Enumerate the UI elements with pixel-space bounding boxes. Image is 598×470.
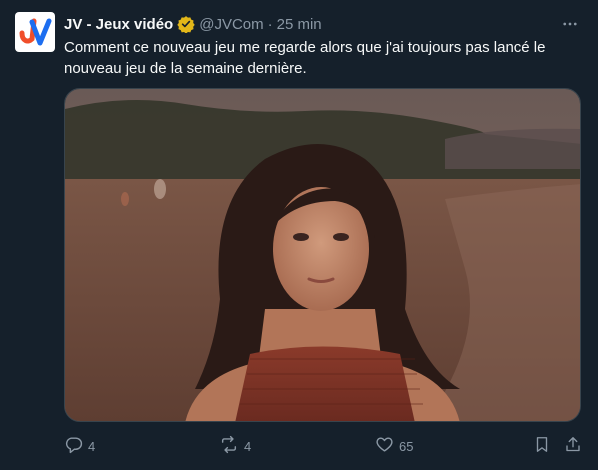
avatar[interactable] xyxy=(15,12,55,52)
timestamp[interactable]: 25 min xyxy=(277,16,322,33)
jv-logo xyxy=(19,18,52,46)
verified-badge-icon xyxy=(177,15,195,33)
share-button[interactable] xyxy=(564,434,582,458)
repost-icon xyxy=(219,435,239,457)
repost-button[interactable]: 4 xyxy=(219,434,251,458)
author-name[interactable]: JV - Jeux vidéo xyxy=(64,16,173,33)
share-icon xyxy=(564,435,582,457)
repost-count: 4 xyxy=(244,438,252,454)
bookmark-icon xyxy=(533,435,551,457)
reply-icon xyxy=(64,435,83,457)
like-button[interactable]: 65 xyxy=(375,434,413,458)
tweet[interactable]: JV - Jeux vidéo @JVCom · 25 min Comment … xyxy=(0,0,598,470)
more-icon[interactable] xyxy=(560,14,580,34)
like-count: 65 xyxy=(399,438,414,454)
tweet-text: Comment ce nouveau jeu me regarde alors … xyxy=(64,39,546,77)
like-icon xyxy=(375,435,394,457)
tweet-header: JV - Jeux vidéo @JVCom · 25 min xyxy=(64,14,322,34)
separator: · xyxy=(267,15,273,33)
action-bar: 4 4 65 xyxy=(64,434,584,458)
reply-button[interactable]: 4 xyxy=(64,434,95,458)
tweet-photo[interactable] xyxy=(64,88,581,422)
bookmark-button[interactable] xyxy=(533,434,551,458)
reply-count: 4 xyxy=(88,438,96,454)
author-handle[interactable]: @JVCom xyxy=(199,16,263,33)
